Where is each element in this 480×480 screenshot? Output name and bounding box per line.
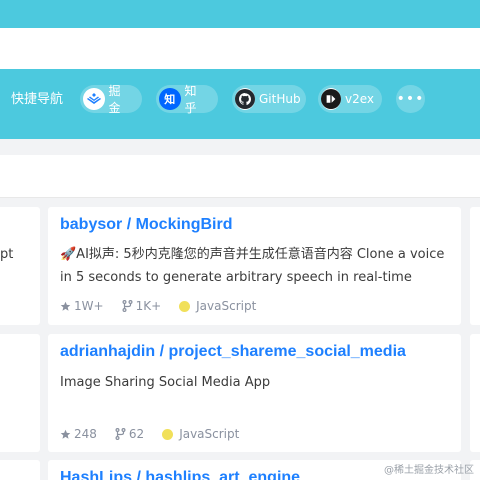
filter-bar [0, 155, 480, 198]
fork-icon [122, 300, 133, 312]
repo-title-link[interactable]: HashLips / hashlips_art_engine [60, 469, 300, 480]
quick-nav-label: 快捷导航 [11, 92, 64, 107]
partial-card-text: pt [0, 247, 14, 262]
repo-forks: 62 [115, 427, 144, 441]
github-icon [235, 88, 255, 110]
v2ex-icon [321, 88, 341, 110]
repo-language: JavaScript [162, 427, 239, 441]
repo-description: Image Sharing Social Media App [60, 375, 271, 390]
fork-icon [115, 428, 126, 440]
repo-title-link[interactable]: adrianhajdin / project_shareme_social_me… [60, 343, 406, 361]
stars-count: 248 [74, 427, 97, 441]
repo-meta: 1W+ 1K+ JavaScript [60, 299, 274, 313]
more-icon: ••• [396, 91, 425, 107]
forks-count: 62 [128, 427, 145, 441]
partial-card-left[interactable] [0, 334, 40, 452]
nav-item-label: 知乎 [184, 84, 197, 115]
star-icon [60, 301, 71, 311]
nav-more-button[interactable]: ••• [396, 85, 425, 113]
nav-item-zhihu[interactable]: 知 知乎 [156, 84, 218, 115]
partial-card-left[interactable] [0, 460, 40, 480]
repo-stars: 248 [60, 427, 97, 441]
repo-title-link[interactable]: babysor / MockingBird [60, 216, 232, 234]
repo-language: JavaScript [179, 299, 256, 313]
partial-card-right[interactable] [470, 207, 480, 325]
nav-item-label: v2ex [345, 92, 375, 106]
repo-card[interactable]: babysor / MockingBird 🚀AI拟声: 5秒内克隆您的声音并生… [48, 207, 461, 325]
juejin-icon [83, 88, 105, 110]
repo-card[interactable]: adrianhajdin / project_shareme_social_me… [48, 334, 461, 452]
repo-meta: 248 62 JavaScript [60, 427, 257, 441]
watermark: @稀土掘金技术社区 [384, 465, 474, 476]
zhihu-icon: 知 [159, 88, 181, 110]
language-label: JavaScript [179, 427, 240, 441]
nav-item-label: 掘金 [108, 84, 121, 115]
nav-item-v2ex[interactable]: v2ex [318, 85, 382, 113]
forks-count: 1K+ [135, 299, 162, 313]
language-color-dot [162, 428, 174, 440]
top-header-strip [0, 0, 480, 28]
nav-item-label: GitHub [259, 92, 301, 106]
repo-description: 🚀AI拟声: 5秒内克隆您的声音并生成任意语音内容 Clone a voice … [60, 247, 445, 285]
repo-stars: 1W+ [60, 299, 104, 313]
section-gap [0, 139, 480, 155]
language-label: JavaScript [196, 299, 257, 313]
star-icon [60, 429, 71, 439]
partial-card-left[interactable]: pt [0, 207, 40, 325]
nav-item-github[interactable]: GitHub [232, 85, 306, 113]
repo-forks: 1K+ [122, 299, 162, 313]
stars-count: 1W+ [74, 299, 104, 313]
partial-card-right[interactable] [470, 334, 480, 452]
language-color-dot [179, 300, 191, 312]
nav-item-juejin[interactable]: 掘金 [80, 84, 142, 115]
header-white-band [0, 28, 480, 69]
